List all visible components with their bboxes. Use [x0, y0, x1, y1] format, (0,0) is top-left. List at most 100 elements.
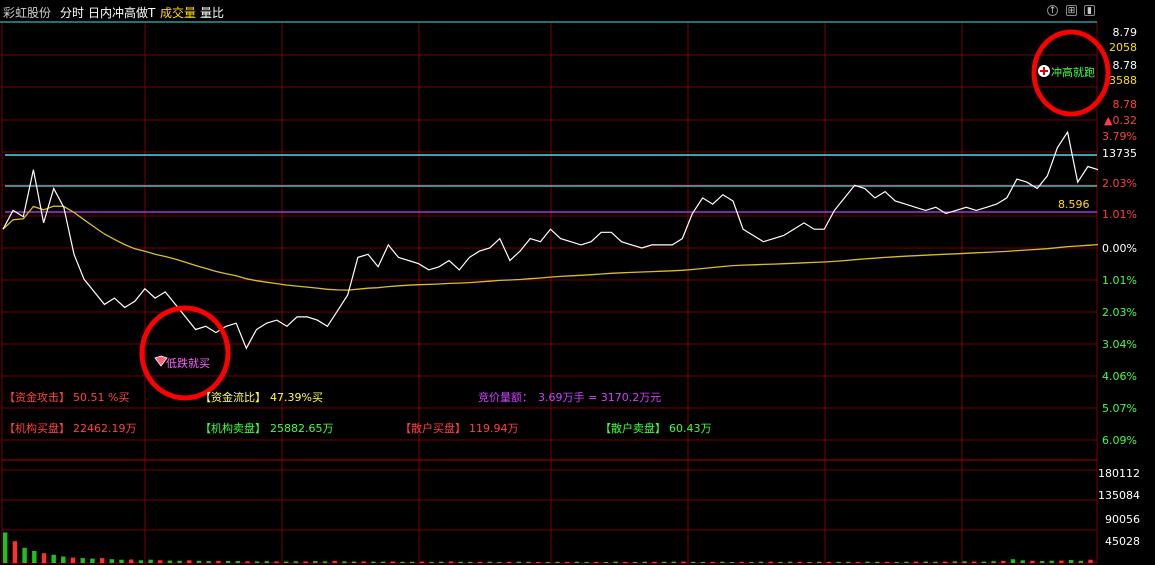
volume-bar	[419, 561, 425, 563]
volume-bar	[371, 561, 376, 563]
volume-bar	[1020, 560, 1025, 563]
volume-bar	[293, 561, 299, 563]
retail-buy-label: 【散户买盘】	[400, 421, 466, 435]
volume-bar	[962, 561, 967, 563]
volume-bar	[1030, 560, 1035, 563]
info-row-2: 【机构买盘】 22462.19万 【机构卖盘】 25882.65万 【散户买盘】…	[4, 421, 712, 435]
volume-bar	[468, 561, 473, 563]
volume-bar	[429, 561, 434, 563]
volume-bar	[700, 561, 706, 563]
volume-bar	[3, 532, 8, 563]
volume-bar	[12, 541, 18, 563]
right-axis-pct-label: 4.06%	[1102, 370, 1137, 383]
right-axis-top-label: 2058	[1109, 41, 1137, 54]
volume-bar	[720, 561, 725, 563]
volume-bar	[817, 561, 822, 563]
volume-bar	[1010, 559, 1016, 563]
volume-bar	[313, 561, 318, 563]
inst-sell-label: 【机构卖盘】	[200, 421, 266, 435]
volume-bar	[477, 561, 483, 563]
right-axis-pct-label: 0.00%	[1102, 242, 1137, 255]
right-axis-top-label: ▲0.32	[1104, 114, 1137, 127]
right-axis-top-label: 3.79%	[1102, 130, 1137, 143]
volume-bar	[51, 554, 56, 563]
volume-bar	[652, 561, 657, 563]
volume-bar	[61, 556, 66, 563]
volume-bar	[855, 561, 861, 563]
right-axis-pct-label: 2.03%	[1102, 306, 1137, 319]
volume-bar	[1078, 560, 1083, 563]
capital-flow-value: 47.39%买	[270, 391, 323, 404]
right-axis-volume-label: 135084	[1098, 489, 1140, 502]
volume-bar	[836, 561, 841, 563]
volume-bar	[913, 561, 919, 563]
volume-bar	[32, 551, 37, 563]
volume-bar	[710, 561, 715, 563]
volume-bar	[254, 561, 260, 563]
volume-bar	[865, 561, 870, 563]
auction-amount-label: 竞价量额：	[478, 390, 533, 404]
volume-bar	[884, 561, 890, 563]
volume-bar	[342, 561, 347, 563]
volume-bar	[41, 553, 47, 563]
retail-buy-value: 119.94万	[469, 422, 519, 435]
right-axis-pct-label: 6.09%	[1102, 434, 1137, 447]
volume-bar	[167, 560, 173, 563]
volume-bar	[1088, 559, 1093, 563]
volume-bar	[129, 559, 134, 563]
volume-bar	[1001, 560, 1006, 563]
volume-bar	[177, 560, 182, 563]
volume-bar	[904, 561, 909, 563]
right-axis-top-label: 3588	[1109, 74, 1137, 87]
volume-bar	[671, 561, 676, 563]
low-signal-annotation: 低跌就买	[139, 305, 231, 401]
volume-bar	[264, 561, 269, 563]
volume-bar	[594, 561, 599, 563]
volume-bar	[70, 557, 76, 563]
volume-bar	[1068, 560, 1074, 563]
volume-bar	[148, 559, 153, 563]
capital-flow-label: 【资金流比】	[200, 390, 266, 404]
volume-bar	[158, 560, 163, 563]
volume-bar	[380, 561, 386, 563]
volume-bar	[284, 561, 289, 563]
capital-attack-label: 【资金攻击】	[4, 390, 70, 404]
volume-bar	[206, 561, 211, 563]
volume-bar	[274, 561, 279, 563]
volume-bar	[526, 561, 531, 563]
volume-bar	[729, 562, 735, 563]
volume-bar	[778, 561, 783, 563]
volume-bar	[1059, 560, 1064, 563]
retail-sell-value: 60.43万	[669, 422, 712, 435]
right-axis-top-label: 8.79	[1113, 26, 1138, 39]
volume-bar	[216, 560, 221, 563]
volume-bar	[923, 561, 928, 563]
volume-bar	[826, 561, 832, 563]
volume-bar	[322, 561, 328, 563]
volume-bar	[225, 560, 231, 563]
volume-bar	[235, 561, 240, 563]
volume-bar	[390, 561, 395, 563]
volume-bar	[758, 561, 764, 563]
volume-bar	[332, 560, 337, 563]
volume-bar	[565, 561, 570, 563]
right-axis-pct-label: 1.01%	[1102, 208, 1137, 221]
volume-bar	[749, 561, 754, 563]
volume-bar	[22, 547, 27, 563]
retail-sell-label: 【散户卖盘】	[600, 421, 666, 435]
volume-bar	[361, 561, 366, 563]
volume-bar	[516, 561, 521, 563]
right-axis-top-label: 8.78	[1113, 98, 1138, 111]
volume-bar	[894, 561, 899, 563]
inst-sell-value: 25882.65万	[270, 422, 334, 435]
volume-bar	[642, 561, 647, 563]
volume-bar	[807, 561, 812, 563]
volume-bar	[506, 561, 512, 563]
inst-buy-value: 22462.19万	[73, 422, 137, 435]
right-axis-volume-label: 180112	[1098, 467, 1140, 480]
volume-bar	[109, 559, 114, 563]
volume-bar	[138, 560, 144, 563]
right-axis-volume-label: 90056	[1105, 513, 1140, 526]
volume-bar	[90, 558, 95, 563]
volume-bar	[603, 562, 609, 563]
